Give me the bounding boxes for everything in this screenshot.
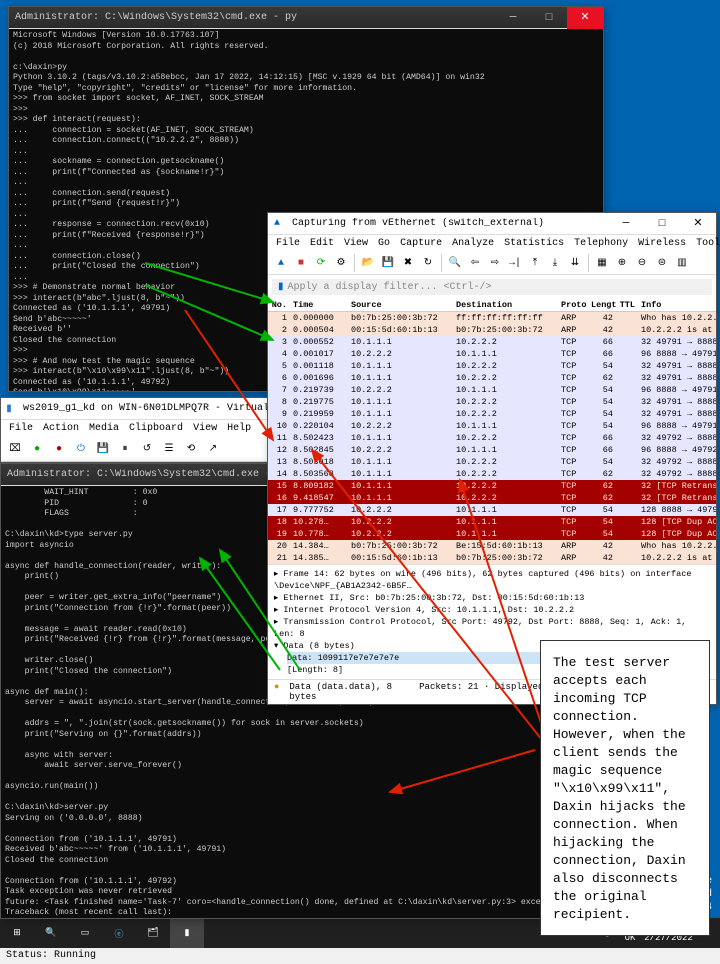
- bookmark-icon[interactable]: ▮: [278, 281, 284, 293]
- packet-row[interactable]: 70.21973910.2.2.210.1.1.1TCP5496 8888 → …: [268, 384, 716, 396]
- annotation-callout: The test server accepts each incoming TC…: [540, 640, 710, 936]
- packet-row[interactable]: 2014.384…b0:7b:25:00:3b:72Be:15:5d:60:1b…: [268, 540, 716, 552]
- packet-row[interactable]: 90.21995910.1.1.110.2.2.2TCP5432 49791 →…: [268, 408, 716, 420]
- packet-row[interactable]: 10.000000b0:7b:25:00:3b:72ff:ff:ff:ff:ff…: [268, 312, 716, 324]
- menu-view[interactable]: View: [344, 238, 368, 249]
- packet-row[interactable]: 179.77775210.2.2.210.1.1.1TCP54128 8888 …: [268, 504, 716, 516]
- share-icon[interactable]: ↗: [203, 439, 223, 459]
- checkpoint-icon[interactable]: ☰: [159, 439, 179, 459]
- menu-edit[interactable]: Edit: [310, 238, 334, 249]
- menu-go[interactable]: Go: [378, 238, 390, 249]
- start-icon[interactable]: ●: [27, 439, 47, 459]
- packet-row[interactable]: 158.80918210.1.1.110.2.2.2TCP6232 [TCP R…: [268, 480, 716, 492]
- packet-headers[interactable]: No. Time Source Destination Proto Length…: [268, 299, 716, 312]
- explorer-icon[interactable]: 🗂: [136, 918, 170, 948]
- packet-row[interactable]: 138.50301810.1.1.110.2.2.2TCP5432 49792 …: [268, 456, 716, 468]
- packet-row[interactable]: 2114.385…00:15:5d:60:1b:13b0:7b:25:00:3b…: [268, 552, 716, 564]
- wireshark-toolbar[interactable]: ▲ ■ ⟳ ⚙ 📂 💾 ✖ ↻ 🔍 ⇦ ⇨ →| ⤒ ⤓ ⇊ ▦ ⊕ ⊖ ⊜ ▥: [268, 252, 716, 275]
- menu-tools[interactable]: Tools: [696, 238, 720, 249]
- menu-statistics[interactable]: Statistics: [504, 238, 564, 249]
- max-icon[interactable]: □: [531, 7, 567, 29]
- turnoff-icon[interactable]: ●: [49, 439, 69, 459]
- menu-capture[interactable]: Capture: [400, 238, 442, 249]
- resize-cols-icon[interactable]: ▥: [673, 254, 691, 272]
- zoom-out-icon[interactable]: ⊖: [633, 254, 651, 272]
- search-icon[interactable]: 🔍: [34, 918, 68, 948]
- menu-clipboard[interactable]: Clipboard: [129, 423, 183, 434]
- min-icon[interactable]: ─: [495, 7, 531, 29]
- jump-icon[interactable]: →|: [506, 254, 524, 272]
- packet-row[interactable]: 148.50356810.1.1.110.2.2.2TCP6232 49792 …: [268, 468, 716, 480]
- start-capture-icon[interactable]: ▲: [272, 254, 290, 272]
- menu-help[interactable]: Help: [227, 423, 251, 434]
- stop-capture-icon[interactable]: ■: [292, 254, 310, 272]
- packet-row[interactable]: 169.41854710.1.1.110.2.2.2TCP6232 [TCP R…: [268, 492, 716, 504]
- revert-icon[interactable]: ⟲: [181, 439, 201, 459]
- task-view-icon[interactable]: ▭: [68, 918, 102, 948]
- first-icon[interactable]: ⤒: [526, 254, 544, 272]
- zoom-reset-icon[interactable]: ⊜: [653, 254, 671, 272]
- packet-row[interactable]: 80.21977510.1.1.110.2.2.2TCP5432 49791 →…: [268, 396, 716, 408]
- autoscroll-icon[interactable]: ⇊: [566, 254, 584, 272]
- save-icon[interactable]: 💾: [93, 439, 113, 459]
- packet-row[interactable]: 50.00111810.1.1.110.2.2.2TCP5432 49791 →…: [268, 360, 716, 372]
- restart-capture-icon[interactable]: ⟳: [312, 254, 330, 272]
- prev-icon[interactable]: ⇦: [466, 254, 484, 272]
- menu-file[interactable]: File: [276, 238, 300, 249]
- menu-telephony[interactable]: Telephony: [574, 238, 628, 249]
- close-file-icon[interactable]: ✖: [399, 254, 417, 272]
- packet-row[interactable]: 40.00101710.2.2.210.1.1.1TCP6696 8888 → …: [268, 348, 716, 360]
- close-icon[interactable]: ✕: [567, 7, 603, 29]
- packet-row[interactable]: 1810.278…10.2.2.210.1.1.1TCP54128 [TCP D…: [268, 516, 716, 528]
- shutdown-icon[interactable]: ⏻: [71, 439, 91, 459]
- max-icon[interactable]: □: [644, 213, 680, 235]
- options-icon[interactable]: ⚙: [332, 254, 350, 272]
- last-icon[interactable]: ⤓: [546, 254, 564, 272]
- reset-icon[interactable]: ↺: [137, 439, 157, 459]
- menu-action[interactable]: Action: [43, 423, 79, 434]
- packet-row[interactable]: 1910.778…10.2.2.210.1.1.1TCP54128 [TCP D…: [268, 528, 716, 540]
- packet-row[interactable]: 100.22010410.2.2.210.1.1.1TCP5496 8888 →…: [268, 420, 716, 432]
- find-icon[interactable]: 🔍: [446, 254, 464, 272]
- cmd-client-titlebar[interactable]: Administrator: C:\Windows\System32\cmd.e…: [9, 7, 603, 29]
- reload-icon[interactable]: ↻: [419, 254, 437, 272]
- open-icon[interactable]: 📂: [359, 254, 377, 272]
- ie-icon[interactable]: ⓔ: [102, 918, 136, 948]
- cmd-client-title: Administrator: C:\Windows\System32\cmd.e…: [9, 12, 495, 23]
- menu-analyze[interactable]: Analyze: [452, 238, 494, 249]
- wireshark-titlebar[interactable]: ▲ Capturing from vEthernet (switch_exter…: [268, 213, 716, 235]
- start-button[interactable]: ⊞: [0, 918, 34, 948]
- next-icon[interactable]: ⇨: [486, 254, 504, 272]
- colorize-icon[interactable]: ▦: [593, 254, 611, 272]
- save-icon[interactable]: 💾: [379, 254, 397, 272]
- min-icon[interactable]: ─: [608, 213, 644, 235]
- menu-view[interactable]: View: [193, 423, 217, 434]
- packet-list[interactable]: No. Time Source Destination Proto Length…: [268, 299, 716, 564]
- zoom-in-icon[interactable]: ⊕: [613, 254, 631, 272]
- packet-row[interactable]: 30.00055210.1.1.110.2.2.2TCP6632 49791 →…: [268, 336, 716, 348]
- packet-row[interactable]: 60.00169610.1.1.110.2.2.2TCP6232 49791 →…: [268, 372, 716, 384]
- menu-file[interactable]: File: [9, 423, 33, 434]
- vmconnect-status: Status: Running: [0, 948, 720, 964]
- close-icon[interactable]: ✕: [680, 213, 716, 235]
- wireshark-title: Capturing from vEthernet (switch_externa…: [286, 218, 608, 229]
- wireshark-menu[interactable]: File Edit View Go Capture Analyze Statistics Te…: [268, 235, 716, 252]
- menu-wireless[interactable]: Wireless: [638, 238, 686, 249]
- ctrl-alt-del-icon[interactable]: ⌧: [5, 439, 25, 459]
- wireshark-window: ▲ Capturing from vEthernet (switch_exter…: [267, 212, 717, 705]
- pause-icon[interactable]: ⏸: [115, 439, 135, 459]
- cmd-taskbar-icon[interactable]: ▮: [170, 918, 204, 948]
- packet-row[interactable]: 118.50242310.1.1.110.2.2.2TCP6632 49792 …: [268, 432, 716, 444]
- menu-media[interactable]: Media: [89, 423, 119, 434]
- packet-row[interactable]: 128.50284510.2.2.210.1.1.1TCP6696 8888 →…: [268, 444, 716, 456]
- display-filter-input[interactable]: ▮ Apply a display filter... <Ctrl-/>: [272, 279, 712, 295]
- packet-row[interactable]: 20.00050400:15:5d:60:1b:13b0:7b:25:00:3b…: [268, 324, 716, 336]
- expert-icon[interactable]: ●: [274, 682, 279, 702]
